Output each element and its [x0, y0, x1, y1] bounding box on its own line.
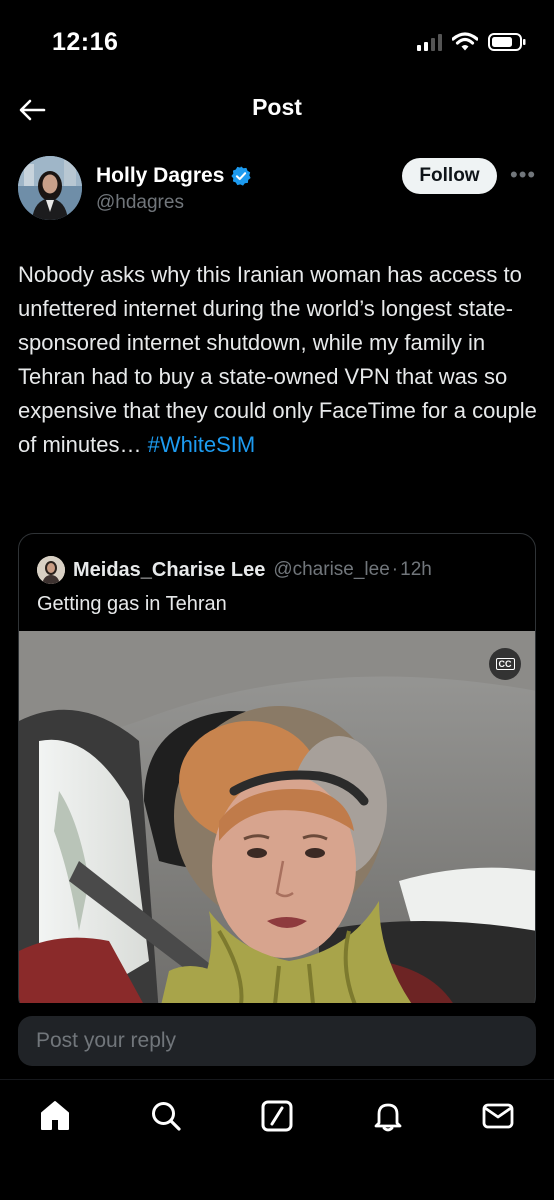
status-time: 12:16: [52, 28, 119, 56]
reply-area: [0, 1003, 554, 1079]
messages-icon[interactable]: [480, 1098, 516, 1134]
status-icons: [417, 32, 526, 52]
author-row: Holly Dagres @hdagres Follow •••: [18, 156, 538, 226]
quote-separator: ·: [391, 559, 399, 580]
page-title: Post: [252, 94, 302, 120]
grok-icon[interactable]: [259, 1098, 295, 1134]
quote-author-name: Meidas_Charise Lee: [73, 558, 266, 581]
quote-avatar: [37, 556, 65, 584]
verified-badge-icon: [231, 166, 252, 186]
post-body: Nobody asks why this Iranian woman has a…: [18, 262, 537, 457]
closed-captions-button[interactable]: CC: [489, 648, 521, 680]
quote-time: 12h: [400, 559, 432, 580]
more-options-icon[interactable]: •••: [510, 162, 536, 188]
search-icon[interactable]: [148, 1098, 184, 1134]
signal-icon: [417, 33, 442, 51]
bottom-nav: [0, 1079, 554, 1200]
quote-header: Meidas_Charise Lee @charise_lee · 12h: [37, 556, 432, 584]
reply-input[interactable]: [18, 1016, 536, 1066]
quote-author-handle: @charise_lee: [273, 559, 390, 580]
quoted-post[interactable]: Meidas_Charise Lee @charise_lee · 12h Ge…: [18, 533, 536, 1013]
hashtag-link[interactable]: #WhiteSIM: [148, 432, 256, 457]
status-bar: 12:16: [0, 0, 554, 84]
post-text: Nobody asks why this Iranian woman has a…: [18, 258, 542, 462]
author-name[interactable]: Holly Dagres: [96, 164, 252, 188]
cc-label: CC: [495, 658, 515, 670]
author-name-text: Holly Dagres: [96, 164, 225, 187]
author-handle[interactable]: @hdagres: [96, 192, 184, 214]
wifi-icon: [452, 32, 478, 51]
quote-video[interactable]: CC: [19, 631, 535, 1012]
quote-text: Getting gas in Tehran: [37, 593, 227, 615]
post-header: Post: [0, 84, 554, 140]
avatar[interactable]: [18, 156, 82, 220]
home-icon[interactable]: [37, 1098, 73, 1134]
battery-icon: [488, 33, 526, 51]
follow-button[interactable]: Follow: [402, 158, 497, 194]
notifications-icon[interactable]: [370, 1098, 406, 1134]
